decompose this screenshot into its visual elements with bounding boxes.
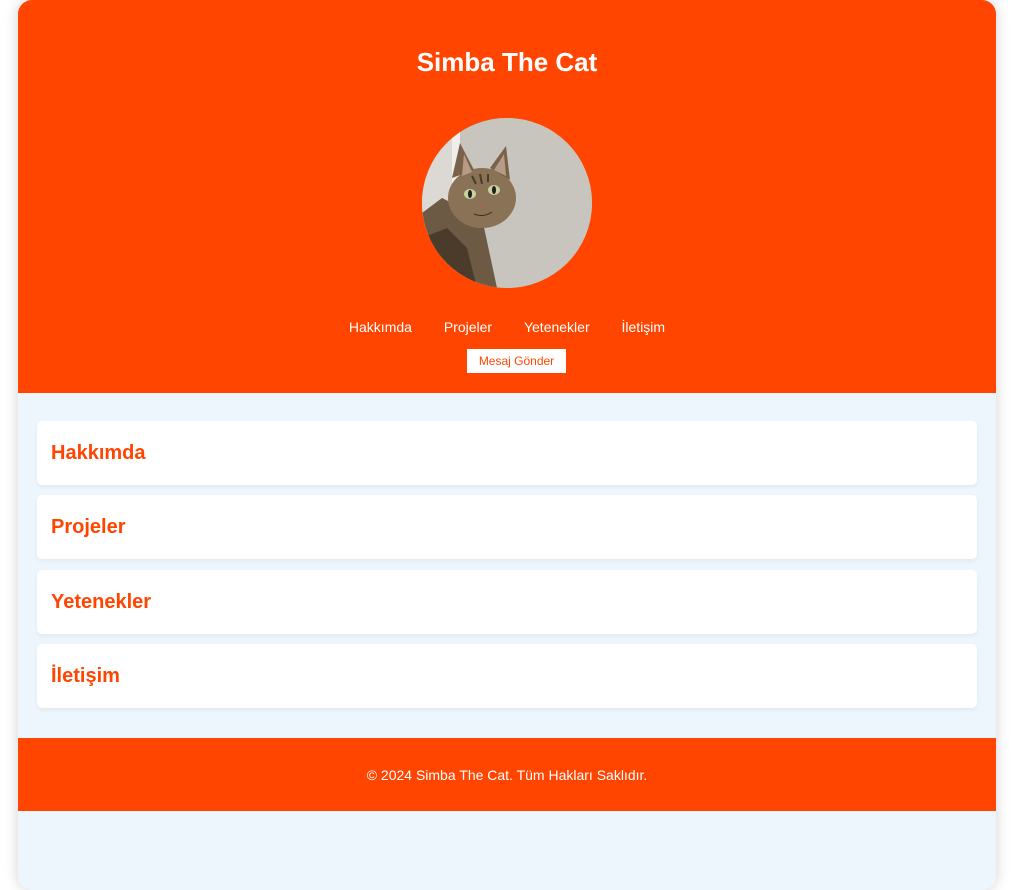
nav-link-projeler[interactable]: Projeler [444,319,492,335]
send-message-button[interactable]: Mesaj Gönder [467,349,566,373]
avatar [422,118,592,288]
section-projeler: Projeler [37,495,977,559]
page-card: Simba The Cat Hakkımda Projeler Yetenekl… [18,0,996,890]
nav-link-yetenekler[interactable]: Yetenekler [524,319,590,335]
site-footer: © 2024 Simba The Cat. Tüm Hakları Saklıd… [18,738,996,811]
section-title: Projeler [51,516,126,538]
section-yetenekler: Yetenekler [37,570,977,634]
section-iletisim: İletişim [37,644,977,708]
site-title: Simba The Cat [416,47,598,77]
section-title: İletişim [51,665,120,687]
main-nav: Hakkımda Projeler Yetenekler İletişim [18,318,996,336]
site-header: Simba The Cat Hakkımda Projeler Yetenekl… [18,0,996,393]
cat-photo [422,118,592,288]
section-title: Hakkımda [51,442,146,464]
section-hakkimda: Hakkımda [37,421,977,485]
nav-link-hakkimda[interactable]: Hakkımda [349,319,412,335]
nav-link-iletisim[interactable]: İletişim [622,319,666,335]
footer-copyright: © 2024 Simba The Cat. Tüm Hakları Saklıd… [366,767,648,783]
section-title: Yetenekler [51,591,152,613]
